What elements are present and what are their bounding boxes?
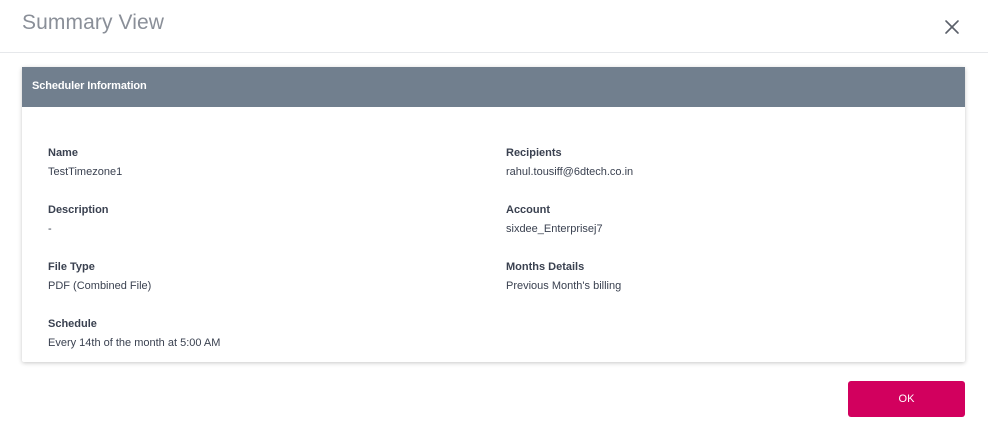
field-value: PDF (Combined File): [48, 280, 152, 292]
field-description: Description -: [48, 203, 109, 236]
modal-header: Summary View: [0, 0, 988, 53]
field-months-details: Months Details Previous Month's billing: [506, 260, 621, 293]
ok-button[interactable]: OK: [848, 381, 965, 417]
summary-modal: Summary View Scheduler Information Name …: [0, 0, 988, 446]
field-value: Previous Month's billing: [506, 280, 622, 292]
field-label: Recipients: [506, 147, 562, 159]
section-header: Scheduler Information: [22, 67, 965, 107]
field-label: Description: [48, 204, 109, 216]
field-recipients: Recipients rahul.tousiff@6dtech.co.in: [506, 146, 633, 179]
field-value: TestTimezone1: [48, 166, 123, 178]
field-value: -: [48, 223, 52, 235]
section-title: Scheduler Information: [32, 80, 147, 92]
modal-title: Summary View: [22, 11, 165, 34]
close-button[interactable]: [940, 15, 964, 39]
close-icon: [945, 20, 959, 34]
field-label: Account: [506, 204, 550, 216]
field-label: File Type: [48, 261, 95, 273]
field-account: Account sixdee_Enterprisej7: [506, 203, 603, 236]
field-schedule: Schedule Every 14th of the month at 5:00…: [48, 317, 220, 350]
field-name: Name TestTimezone1: [48, 146, 122, 179]
field-file-type: File Type PDF (Combined File): [48, 260, 151, 293]
field-label: Name: [48, 147, 78, 159]
field-label: Months Details: [506, 261, 585, 273]
field-value: sixdee_Enterprisej7: [506, 223, 603, 235]
field-value: Every 14th of the month at 5:00 AM: [48, 337, 221, 349]
scheduler-info-card: Scheduler Information Name TestTimezone1…: [22, 67, 965, 362]
field-value: rahul.tousiff@6dtech.co.in: [506, 166, 634, 178]
field-label: Schedule: [48, 318, 97, 330]
